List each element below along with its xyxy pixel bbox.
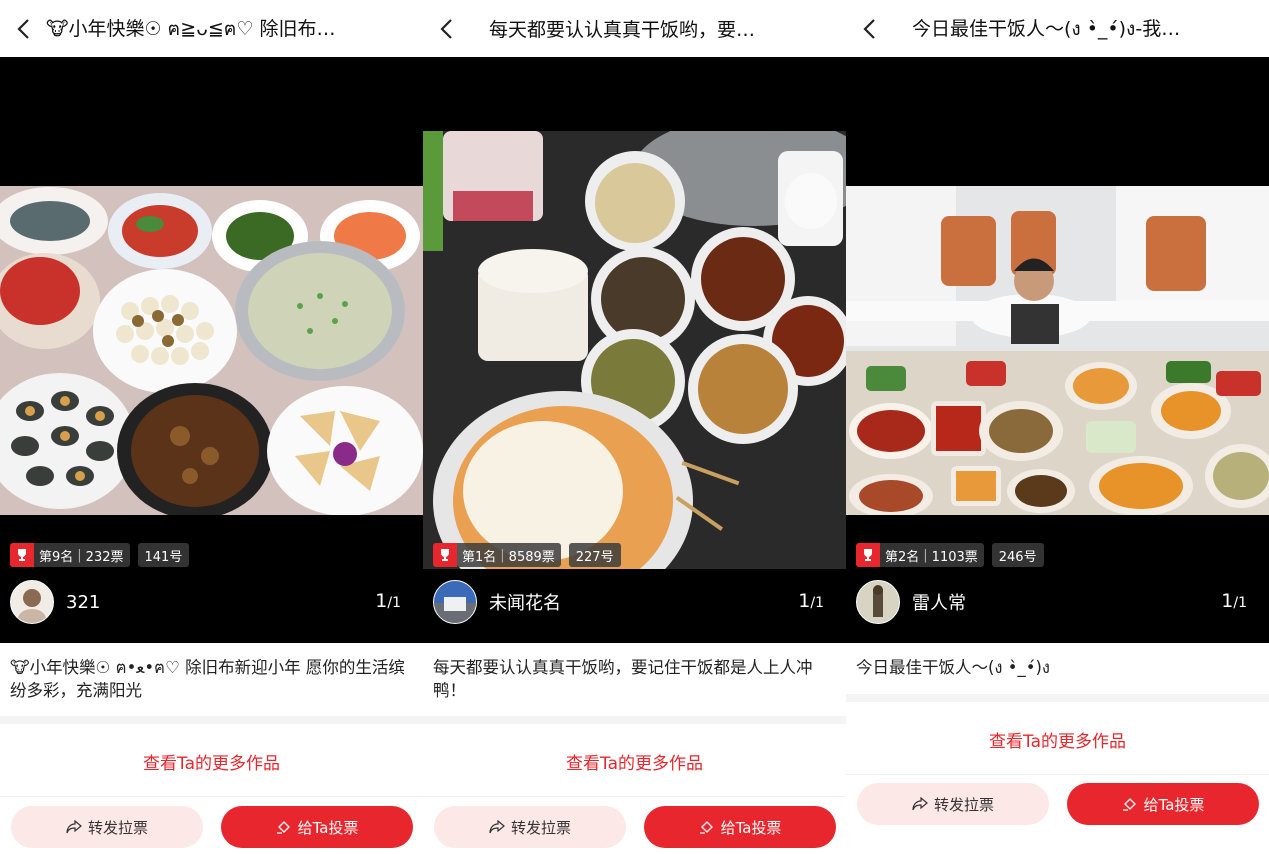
share-button[interactable]: 转发拉票 [857,783,1049,825]
divider: | [77,547,82,563]
vote-button[interactable]: 给Ta投票 [221,806,413,848]
author-name[interactable]: 雷人常 [912,589,966,615]
vote-count: 232票 [85,549,124,565]
page-title: 🐮小年快樂☉ ฅ≧ᴗ≦ฅ♡ 除旧布… [46,17,336,40]
rank-label: 第2名 [885,549,920,565]
vote-icon [1122,798,1136,811]
post-description: 🐮小年快樂☉ ฅ•ﻌ•ฅ♡ 除旧布新迎小年 愿你的生活缤纷多彩，充满阳光 [10,658,405,700]
vote-count: 8589票 [508,549,555,565]
chevron-left-icon [440,18,452,39]
media-viewer[interactable]: 第9名 | 232票 141号 321 1/1 [0,57,423,643]
page-current: 1 [1221,590,1234,612]
vote-label: 给Ta投票 [720,818,782,837]
rank-label: 第9名 [39,549,74,565]
top-bar: 今日最佳干饭人～(ง •̀_•́)ง-我… [846,0,1269,57]
rank-badges: 第1名 | 8589票 227号 [433,543,621,567]
vote-label: 给Ta投票 [1143,795,1205,814]
post-photo [846,186,1269,515]
action-bar: 转发拉票 给Ta投票 [0,796,423,854]
post-photo [0,186,423,515]
divider [0,716,423,724]
divider [846,694,1269,702]
share-label: 转发拉票 [933,795,994,814]
rank-badge: 第1名 | 8589票 [433,543,561,567]
author-name[interactable]: 321 [66,592,100,613]
author-name[interactable]: 未闻花名 [489,589,561,615]
avatar[interactable] [433,580,477,624]
image-pager: 1/1 [375,590,401,612]
author-info[interactable]: 雷人常 [856,580,966,624]
share-icon [912,797,928,811]
rank-badge: 第2名 | 1103票 [856,543,984,567]
post-photo [423,131,846,569]
page-title: 每天都要认认真真干饭哟，要… [489,19,756,41]
back-button[interactable] [0,0,46,57]
back-button[interactable] [846,0,892,57]
rank-badges: 第2名 | 1103票 246号 [856,543,1044,567]
share-label: 转发拉票 [510,818,571,837]
back-button[interactable] [423,0,469,57]
avatar[interactable] [10,580,54,624]
divider [423,716,846,724]
action-bar: 转发拉票 给Ta投票 [846,774,1269,854]
rank-badge: 第9名 | 232票 [10,543,130,567]
top-bar: 每天都要认认真真干饭哟，要… [423,0,846,57]
page-title: 今日最佳干饭人～(ง •̀_•́)ง-我… [912,17,1181,40]
vote-icon [699,821,713,834]
vote-button[interactable]: 给Ta投票 [644,806,836,848]
chevron-left-icon [863,18,875,39]
post-panel: 每天都要认认真真干饭哟，要… 第1名 | 8589票 227号 未闻花名 1/1… [423,0,846,854]
author-info[interactable]: 未闻花名 [433,580,561,624]
media-viewer[interactable]: 第1名 | 8589票 227号 未闻花名 1/1 [423,57,846,643]
page-total: /1 [387,595,401,611]
rank-badges: 第9名 | 232票 141号 [10,543,190,567]
avatar[interactable] [856,580,900,624]
more-works-link[interactable]: 查看Ta的更多作品 [423,749,846,774]
more-works-link[interactable]: 查看Ta的更多作品 [846,727,1269,752]
top-bar: 🐮小年快樂☉ ฅ≧ᴗ≦ฅ♡ 除旧布… [0,0,423,57]
page-total: /1 [1233,595,1247,611]
vote-count: 1103票 [931,549,978,565]
image-pager: 1/1 [1221,590,1247,612]
share-icon [66,820,82,834]
share-button[interactable]: 转发拉票 [434,806,626,848]
page-current: 1 [375,590,388,612]
vote-button[interactable]: 给Ta投票 [1067,783,1259,825]
vote-icon [276,821,290,834]
post-panel: 🐮小年快樂☉ ฅ≧ᴗ≦ฅ♡ 除旧布… 第9名 | 232票 141号 321 1… [0,0,423,854]
media-viewer[interactable]: 第2名 | 1103票 246号 雷人常 1/1 [846,57,1269,643]
chevron-left-icon [17,18,29,39]
share-icon [489,820,505,834]
post-description: 今日最佳干饭人～(ง •̀_•́)ง [856,658,1050,677]
image-pager: 1/1 [798,590,824,612]
share-label: 转发拉票 [87,818,148,837]
post-panel: 今日最佳干饭人～(ง •̀_•́)ง-我… 第2名 | 1103票 246号 雷… [846,0,1269,854]
entry-number: 246号 [991,543,1044,567]
entry-number: 141号 [137,543,190,567]
page-current: 1 [798,590,811,612]
divider: | [923,547,928,563]
action-bar: 转发拉票 给Ta投票 [423,796,846,854]
post-description: 每天都要认认真真干饭哟，要记住干饭都是人上人冲鸭！ [433,658,813,700]
vote-label: 给Ta投票 [297,818,359,837]
entry-number: 227号 [568,543,621,567]
rank-label: 第1名 [462,549,497,565]
trophy-icon [856,543,880,567]
divider: | [500,547,505,563]
page-total: /1 [810,595,824,611]
share-button[interactable]: 转发拉票 [11,806,203,848]
author-info[interactable]: 321 [10,580,100,624]
trophy-icon [433,543,457,567]
more-works-link[interactable]: 查看Ta的更多作品 [0,749,423,774]
trophy-icon [10,543,34,567]
